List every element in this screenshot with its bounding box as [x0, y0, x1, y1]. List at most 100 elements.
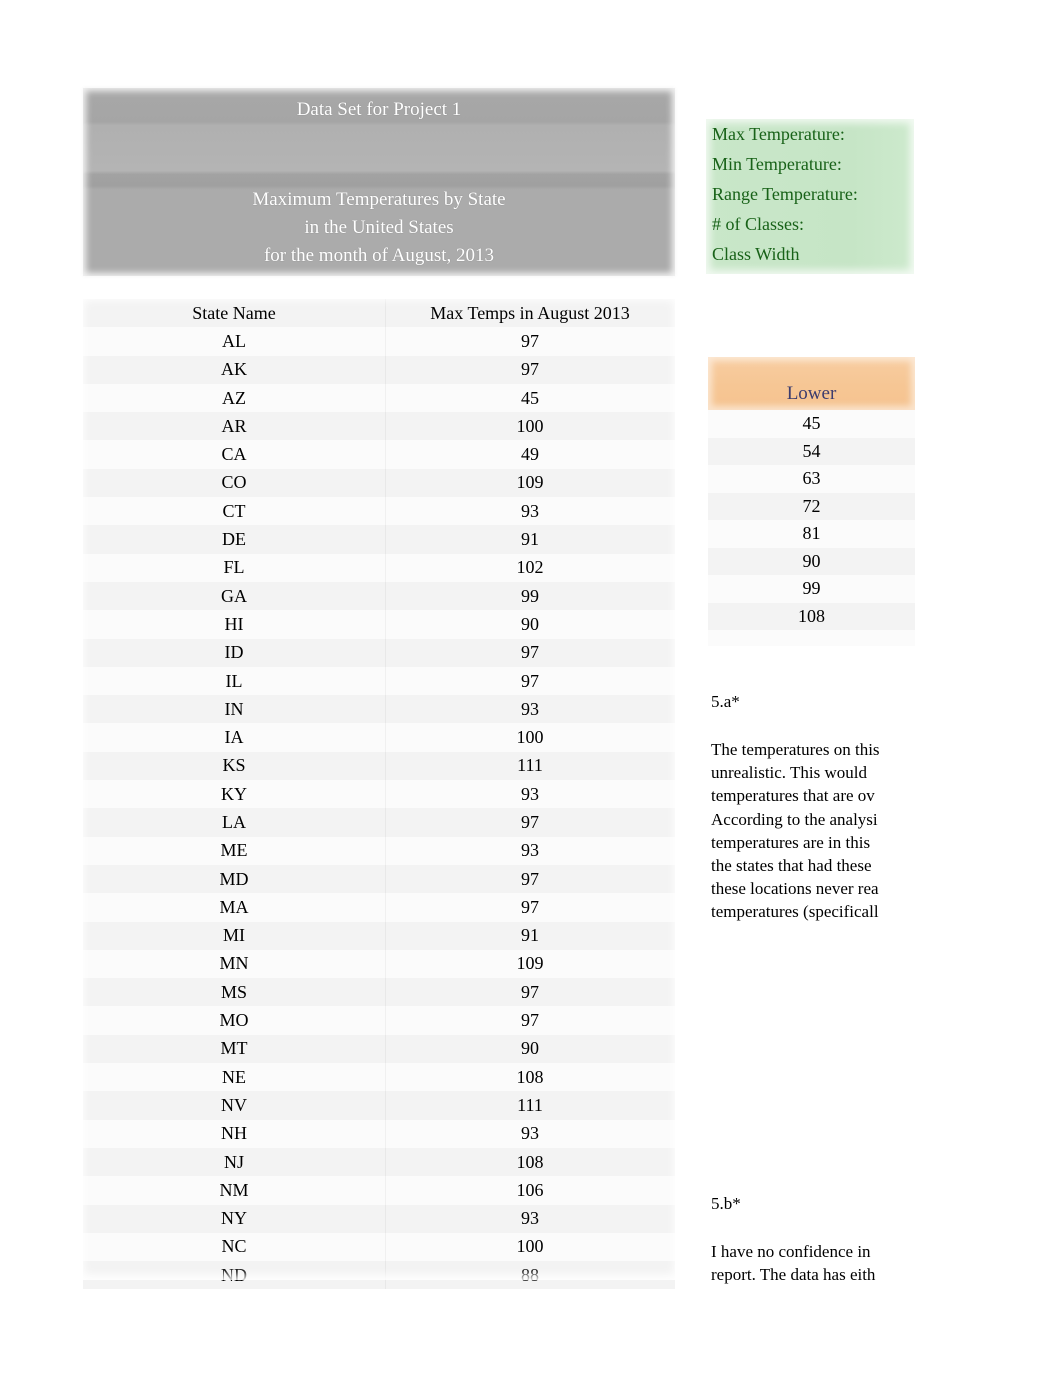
table-row: CT 93 [83, 497, 675, 526]
note-line: temperatures that are ov [711, 786, 875, 806]
note-5a-spacer [711, 713, 925, 738]
cell-max-temp: 97 [385, 864, 675, 894]
cell-max-temp: 93 [385, 497, 675, 526]
statistics-summary-box: Max Temperature: Min Temperature: Range … [706, 119, 914, 274]
table-row: NM 106 [83, 1176, 675, 1205]
column-header-max-temps: Max Temps in August 2013 [385, 299, 675, 328]
cell-max-temp: 97 [385, 1006, 675, 1035]
note-5b-block: 5.b* I have no confidence in report. The … [711, 1193, 925, 1286]
lower-values-list: 45 54 63 72 81 90 99 108 [708, 410, 915, 630]
cell-state-name: CT [83, 497, 385, 526]
note-5a-label: 5.a* [711, 692, 740, 711]
lower-limit-value: 72 [708, 492, 915, 520]
cell-max-temp: 49 [385, 440, 675, 469]
page-title: Data Set for Project 1 [296, 99, 462, 120]
cell-max-temp: 93 [385, 1119, 675, 1148]
note-5a-body: The temperatures on this unrealistic. Thi… [711, 738, 925, 924]
note-5a-block: 5.a* The temperatures on this unrealistic… [711, 691, 925, 924]
table-row: MN 109 [83, 949, 675, 979]
table-row: MD 97 [83, 864, 675, 894]
table-row: NV 111 [83, 1091, 675, 1120]
cell-state-name: IL [83, 666, 385, 696]
table-row: DE 91 [83, 525, 675, 554]
cell-state-name: KS [83, 751, 385, 781]
lower-limit-value: 63 [708, 465, 915, 493]
cell-state-name: CO [83, 468, 385, 498]
cell-state-name: MT [83, 1034, 385, 1064]
cell-state-name: IN [83, 695, 385, 724]
lower-class-limits-box: Lower 45 54 63 72 81 90 99 108 [708, 357, 915, 646]
table-row: AK 97 [83, 355, 675, 384]
column-header-state-name: State Name [83, 299, 385, 328]
note-line: unrealistic. This would [711, 763, 867, 783]
lower-limit-value: 90 [708, 547, 915, 575]
cell-state-name: AK [83, 355, 385, 384]
cell-max-temp: 91 [385, 921, 675, 950]
cell-state-name: MO [83, 1006, 385, 1035]
stat-label-max-temperature: Max Temperature: [712, 124, 845, 144]
subtitle-line-3: for the month of August, 2013 [263, 245, 495, 266]
cell-state-name: ID [83, 638, 385, 667]
cell-max-temp: 97 [385, 666, 675, 696]
lower-column-header: Lower [708, 357, 915, 410]
cell-max-temp: 91 [385, 525, 675, 554]
cell-state-name: LA [83, 808, 385, 837]
table-row: IA 100 [83, 723, 675, 752]
table-row: AL 97 [83, 327, 675, 356]
cell-max-temp: 97 [385, 327, 675, 356]
table-row: MA 97 [83, 893, 675, 922]
table-row: ND 88 [83, 1261, 675, 1290]
note-5b-label: 5.b* [711, 1194, 741, 1213]
note-line: I have no confidence in [711, 1242, 871, 1261]
lower-limit-value: 54 [708, 437, 915, 465]
table-header: State Name Max Temps in August 2013 [83, 299, 675, 328]
table-row: ID 97 [83, 638, 675, 667]
cell-max-temp: 99 [385, 581, 675, 611]
note-line: temperatures are in this [711, 832, 871, 852]
note-line: According to the analysi [711, 809, 878, 829]
table-row: NH 93 [83, 1119, 675, 1148]
cell-max-temp: 97 [385, 355, 675, 384]
cell-max-temp: 109 [385, 468, 675, 498]
cell-state-name: IA [83, 723, 385, 752]
cell-max-temp: 102 [385, 553, 675, 582]
cell-max-temp: 108 [385, 1147, 675, 1177]
table-row: IL 97 [83, 666, 675, 696]
lower-limit-value: 99 [708, 575, 915, 603]
lower-limit-value: 81 [708, 520, 915, 548]
stat-label-class-width: Class Width [712, 244, 800, 264]
table-row: LA 97 [83, 808, 675, 837]
subtitle-line-1: Maximum Temperatures by State [252, 189, 506, 210]
cell-max-temp: 100 [385, 1232, 675, 1262]
note-5b-body: I have no confidence in report. The data … [711, 1240, 925, 1286]
cell-max-temp: 109 [385, 949, 675, 979]
table-row: GA 99 [83, 581, 675, 611]
stat-label-number-of-classes: # of Classes: [712, 214, 804, 234]
cell-max-temp: 111 [385, 751, 675, 781]
cell-max-temp: 111 [385, 1091, 675, 1120]
table-row: CA 49 [83, 440, 675, 469]
table-row: HI 90 [83, 610, 675, 639]
cell-max-temp: 90 [385, 610, 675, 639]
cell-state-name: ND [83, 1261, 385, 1290]
table-row: IN 93 [83, 695, 675, 724]
table-row: NC 100 [83, 1232, 675, 1262]
table-header-row: State Name Max Temps in August 2013 [83, 299, 675, 328]
table-row: AR 100 [83, 412, 675, 441]
cell-max-temp: 97 [385, 808, 675, 837]
cell-state-name: NJ [83, 1147, 385, 1177]
cell-state-name: DE [83, 525, 385, 554]
cell-max-temp: 106 [385, 1176, 675, 1205]
table-row: ME 93 [83, 836, 675, 865]
cell-max-temp: 108 [385, 1063, 675, 1092]
cell-state-name: FL [83, 553, 385, 582]
stat-label-range-temperature: Range Temperature: [712, 184, 858, 204]
note-line: The temperatures on this [711, 740, 880, 759]
table-row: KY 93 [83, 780, 675, 809]
cell-state-name: MN [83, 949, 385, 979]
cell-max-temp: 45 [385, 383, 675, 413]
stat-label-min-temperature: Min Temperature: [712, 154, 842, 174]
note-line: these locations never rea [711, 879, 879, 899]
cell-state-name: MS [83, 978, 385, 1007]
cell-state-name: NH [83, 1119, 385, 1148]
